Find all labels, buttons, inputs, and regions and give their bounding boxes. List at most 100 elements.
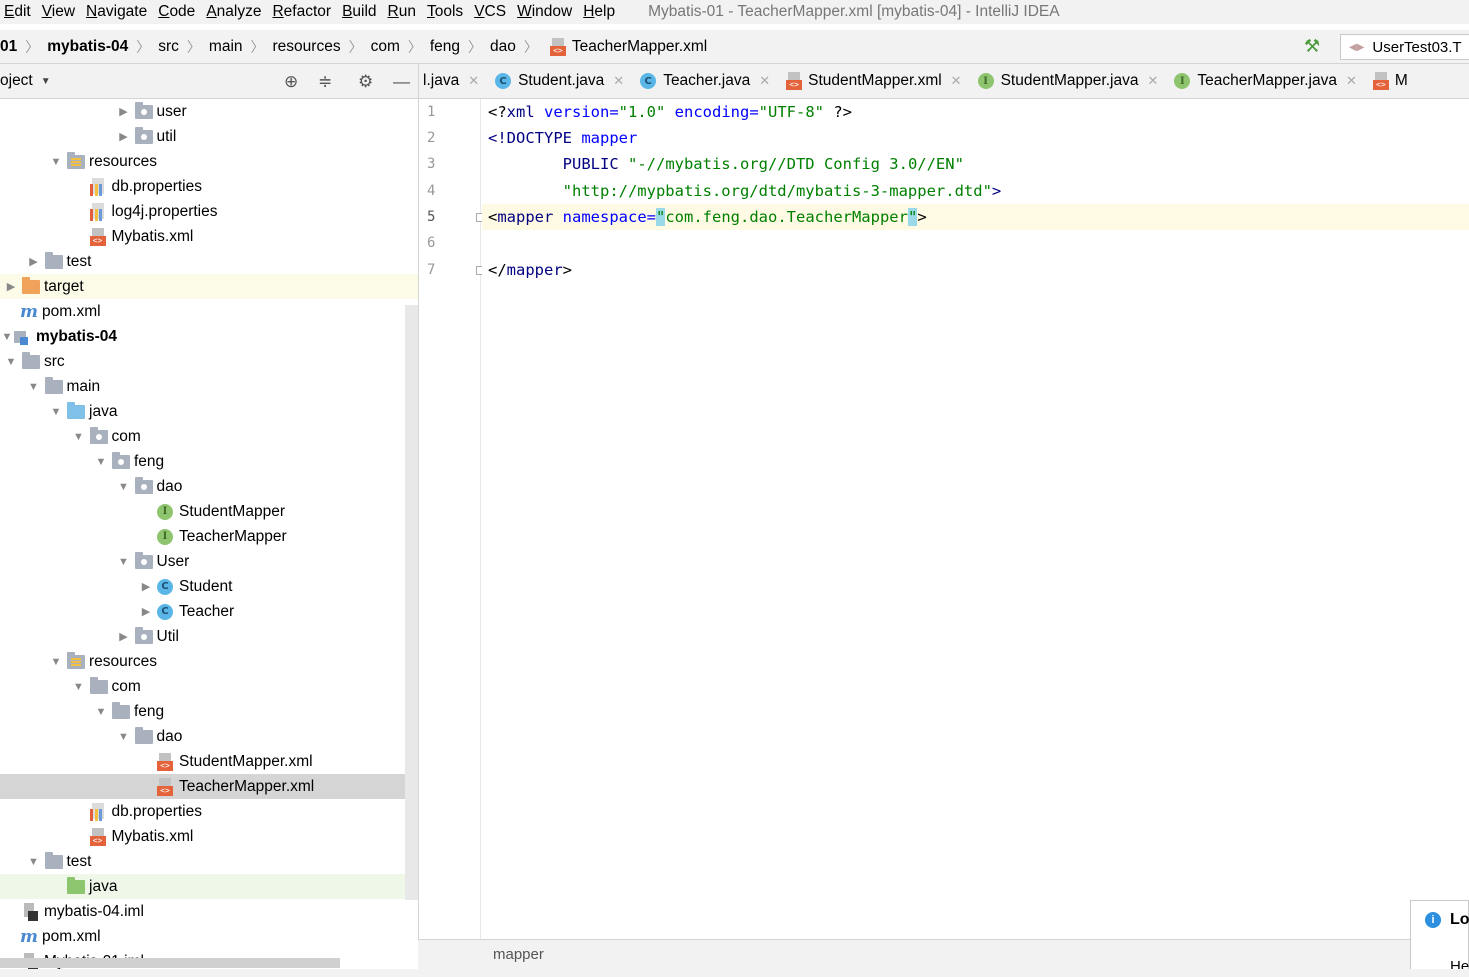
- tree-item[interactable]: ▼ com: [0, 674, 418, 699]
- collapse-all-icon[interactable]: ≑: [318, 72, 332, 92]
- expand-arrow-down-icon[interactable]: ▼: [94, 706, 108, 718]
- breadcrumb-item[interactable]: mybatis-04: [47, 38, 128, 56]
- menu-refactor[interactable]: Refactor: [268, 3, 338, 21]
- editor-breadcrumb-item[interactable]: mapper: [493, 946, 544, 963]
- breadcrumb-item[interactable]: main: [209, 38, 243, 56]
- expand-arrow-right-icon[interactable]: ▶: [4, 280, 18, 293]
- breadcrumb-item[interactable]: 01: [0, 38, 17, 56]
- tree-item[interactable]: TeacherMapper.xml: [0, 774, 418, 799]
- menu-run[interactable]: Run: [384, 3, 423, 21]
- editor-tab[interactable]: I TeacherMapper.java ✕: [1166, 64, 1365, 98]
- expand-arrow-right-icon[interactable]: ▶: [117, 130, 131, 143]
- close-tab-icon[interactable]: ✕: [759, 73, 770, 89]
- editor-tab[interactable]: M: [1365, 64, 1416, 98]
- run-configuration-selector[interactable]: ◀▶ UserTest03.T: [1340, 34, 1469, 60]
- tree-item[interactable]: ▼ feng: [0, 699, 418, 724]
- expand-arrow-right-icon[interactable]: ▶: [139, 580, 153, 593]
- tree-item[interactable]: ▼ User: [0, 549, 418, 574]
- tree-item[interactable]: db.properties: [0, 174, 418, 199]
- close-tab-icon[interactable]: ✕: [1147, 73, 1158, 89]
- tree-item[interactable]: ▶ C Teacher: [0, 599, 418, 624]
- tree-vertical-scrollbar[interactable]: [405, 305, 418, 900]
- hide-panel-icon[interactable]: —: [393, 72, 410, 92]
- menu-analyze[interactable]: Analyze: [202, 3, 268, 21]
- tree-item[interactable]: ▼ dao: [0, 474, 418, 499]
- expand-arrow-down-icon[interactable]: ▼: [72, 431, 86, 443]
- expand-arrow-down-icon[interactable]: ▼: [94, 456, 108, 468]
- tree-item[interactable]: StudentMapper.xml: [0, 749, 418, 774]
- tree-item[interactable]: ▶ C Student: [0, 574, 418, 599]
- expand-arrow-down-icon[interactable]: ▼: [117, 731, 131, 743]
- tree-item[interactable]: log4j.properties: [0, 199, 418, 224]
- tree-item[interactable]: ▼ dao: [0, 724, 418, 749]
- tree-item[interactable]: ▼ mybatis-04: [0, 324, 418, 349]
- code-editor[interactable]: <?xml version="1.0" encoding="UTF-8" ?> …: [482, 99, 1469, 939]
- tree-item[interactable]: Mybatis.xml: [0, 224, 418, 249]
- menu-window[interactable]: Window: [513, 3, 579, 21]
- tree-item[interactable]: ▶ util: [0, 124, 418, 149]
- expand-arrow-down-icon[interactable]: ▼: [49, 656, 63, 668]
- tree-horizontal-scrollbar[interactable]: [0, 958, 340, 968]
- close-tab-icon[interactable]: ✕: [613, 73, 624, 89]
- breadcrumb-item[interactable]: TeacherMapper.xml: [572, 38, 707, 56]
- expand-arrow-right-icon[interactable]: ▶: [27, 255, 41, 268]
- menu-tools[interactable]: Tools: [423, 3, 470, 21]
- menu-edit[interactable]: Edit: [0, 3, 38, 21]
- breadcrumb-item[interactable]: feng: [430, 38, 460, 56]
- tree-item[interactable]: db.properties: [0, 799, 418, 824]
- close-tab-icon[interactable]: ✕: [1346, 73, 1357, 89]
- tree-item[interactable]: ▼ resources: [0, 649, 418, 674]
- editor-tab[interactable]: StudentMapper.xml ✕: [778, 64, 969, 98]
- expand-arrow-down-icon[interactable]: ▼: [0, 331, 14, 343]
- menu-help[interactable]: Help: [579, 3, 622, 21]
- tree-item[interactable]: I StudentMapper: [0, 499, 418, 524]
- gear-icon[interactable]: ⚙: [358, 72, 373, 92]
- expand-arrow-down-icon[interactable]: ▼: [72, 681, 86, 693]
- expand-arrow-right-icon[interactable]: ▶: [117, 630, 131, 643]
- expand-arrow-down-icon[interactable]: ▼: [4, 356, 18, 368]
- tree-item[interactable]: ▼ test: [0, 849, 418, 874]
- expand-arrow-down-icon[interactable]: ▼: [117, 556, 131, 568]
- menu-code[interactable]: Code: [154, 3, 202, 21]
- breadcrumb-item[interactable]: dao: [490, 38, 516, 56]
- tree-item[interactable]: m pom.xml: [0, 924, 418, 949]
- tree-item[interactable]: ▼ resources: [0, 149, 418, 174]
- tree-item[interactable]: I TeacherMapper: [0, 524, 418, 549]
- project-panel-title[interactable]: oject: [0, 72, 33, 90]
- menu-vcs[interactable]: VCS: [470, 3, 513, 21]
- expand-arrow-down-icon[interactable]: ▼: [27, 856, 41, 868]
- expand-arrow-down-icon[interactable]: ▼: [117, 481, 131, 493]
- tree-item[interactable]: ▼ com: [0, 424, 418, 449]
- build-hammer-icon[interactable]: ⚒: [1304, 36, 1320, 57]
- breadcrumb-item[interactable]: resources: [273, 38, 341, 56]
- breadcrumb-item[interactable]: com: [371, 38, 400, 56]
- locate-icon[interactable]: ⊕: [284, 72, 298, 92]
- editor-tab[interactable]: C Student.java ✕: [487, 64, 632, 98]
- expand-arrow-right-icon[interactable]: ▶: [139, 605, 153, 618]
- tree-item[interactable]: ▶ target: [0, 274, 418, 299]
- editor-tab[interactable]: l.java ✕: [419, 64, 487, 98]
- close-tab-icon[interactable]: ✕: [951, 73, 962, 89]
- expand-arrow-down-icon[interactable]: ▼: [49, 406, 63, 418]
- breadcrumb-item[interactable]: src: [158, 38, 179, 56]
- tree-item[interactable]: Mybatis.xml: [0, 824, 418, 849]
- menu-build[interactable]: Build: [338, 3, 383, 21]
- menu-view[interactable]: View: [38, 3, 82, 21]
- tree-item[interactable]: ▶ test: [0, 249, 418, 274]
- dropdown-arrow-icon[interactable]: ▼: [41, 76, 51, 87]
- tree-item[interactable]: java: [0, 874, 418, 899]
- menu-navigate[interactable]: Navigate: [82, 3, 154, 21]
- tree-item[interactable]: ▶ Util: [0, 624, 418, 649]
- expand-arrow-down-icon[interactable]: ▼: [49, 156, 63, 168]
- editor-tab[interactable]: I StudentMapper.java ✕: [970, 64, 1167, 98]
- expand-arrow-right-icon[interactable]: ▶: [117, 105, 131, 118]
- tree-item[interactable]: m pom.xml: [0, 299, 418, 324]
- tree-item[interactable]: ▶ user: [0, 99, 418, 124]
- close-tab-icon[interactable]: ✕: [468, 73, 479, 89]
- tree-item[interactable]: mybatis-04.iml: [0, 899, 418, 924]
- tree-item[interactable]: ▼ src: [0, 349, 418, 374]
- expand-arrow-down-icon[interactable]: ▼: [27, 381, 41, 393]
- tree-item[interactable]: ▼ main: [0, 374, 418, 399]
- tree-item[interactable]: ▼ feng: [0, 449, 418, 474]
- tree-item[interactable]: ▼ java: [0, 399, 418, 424]
